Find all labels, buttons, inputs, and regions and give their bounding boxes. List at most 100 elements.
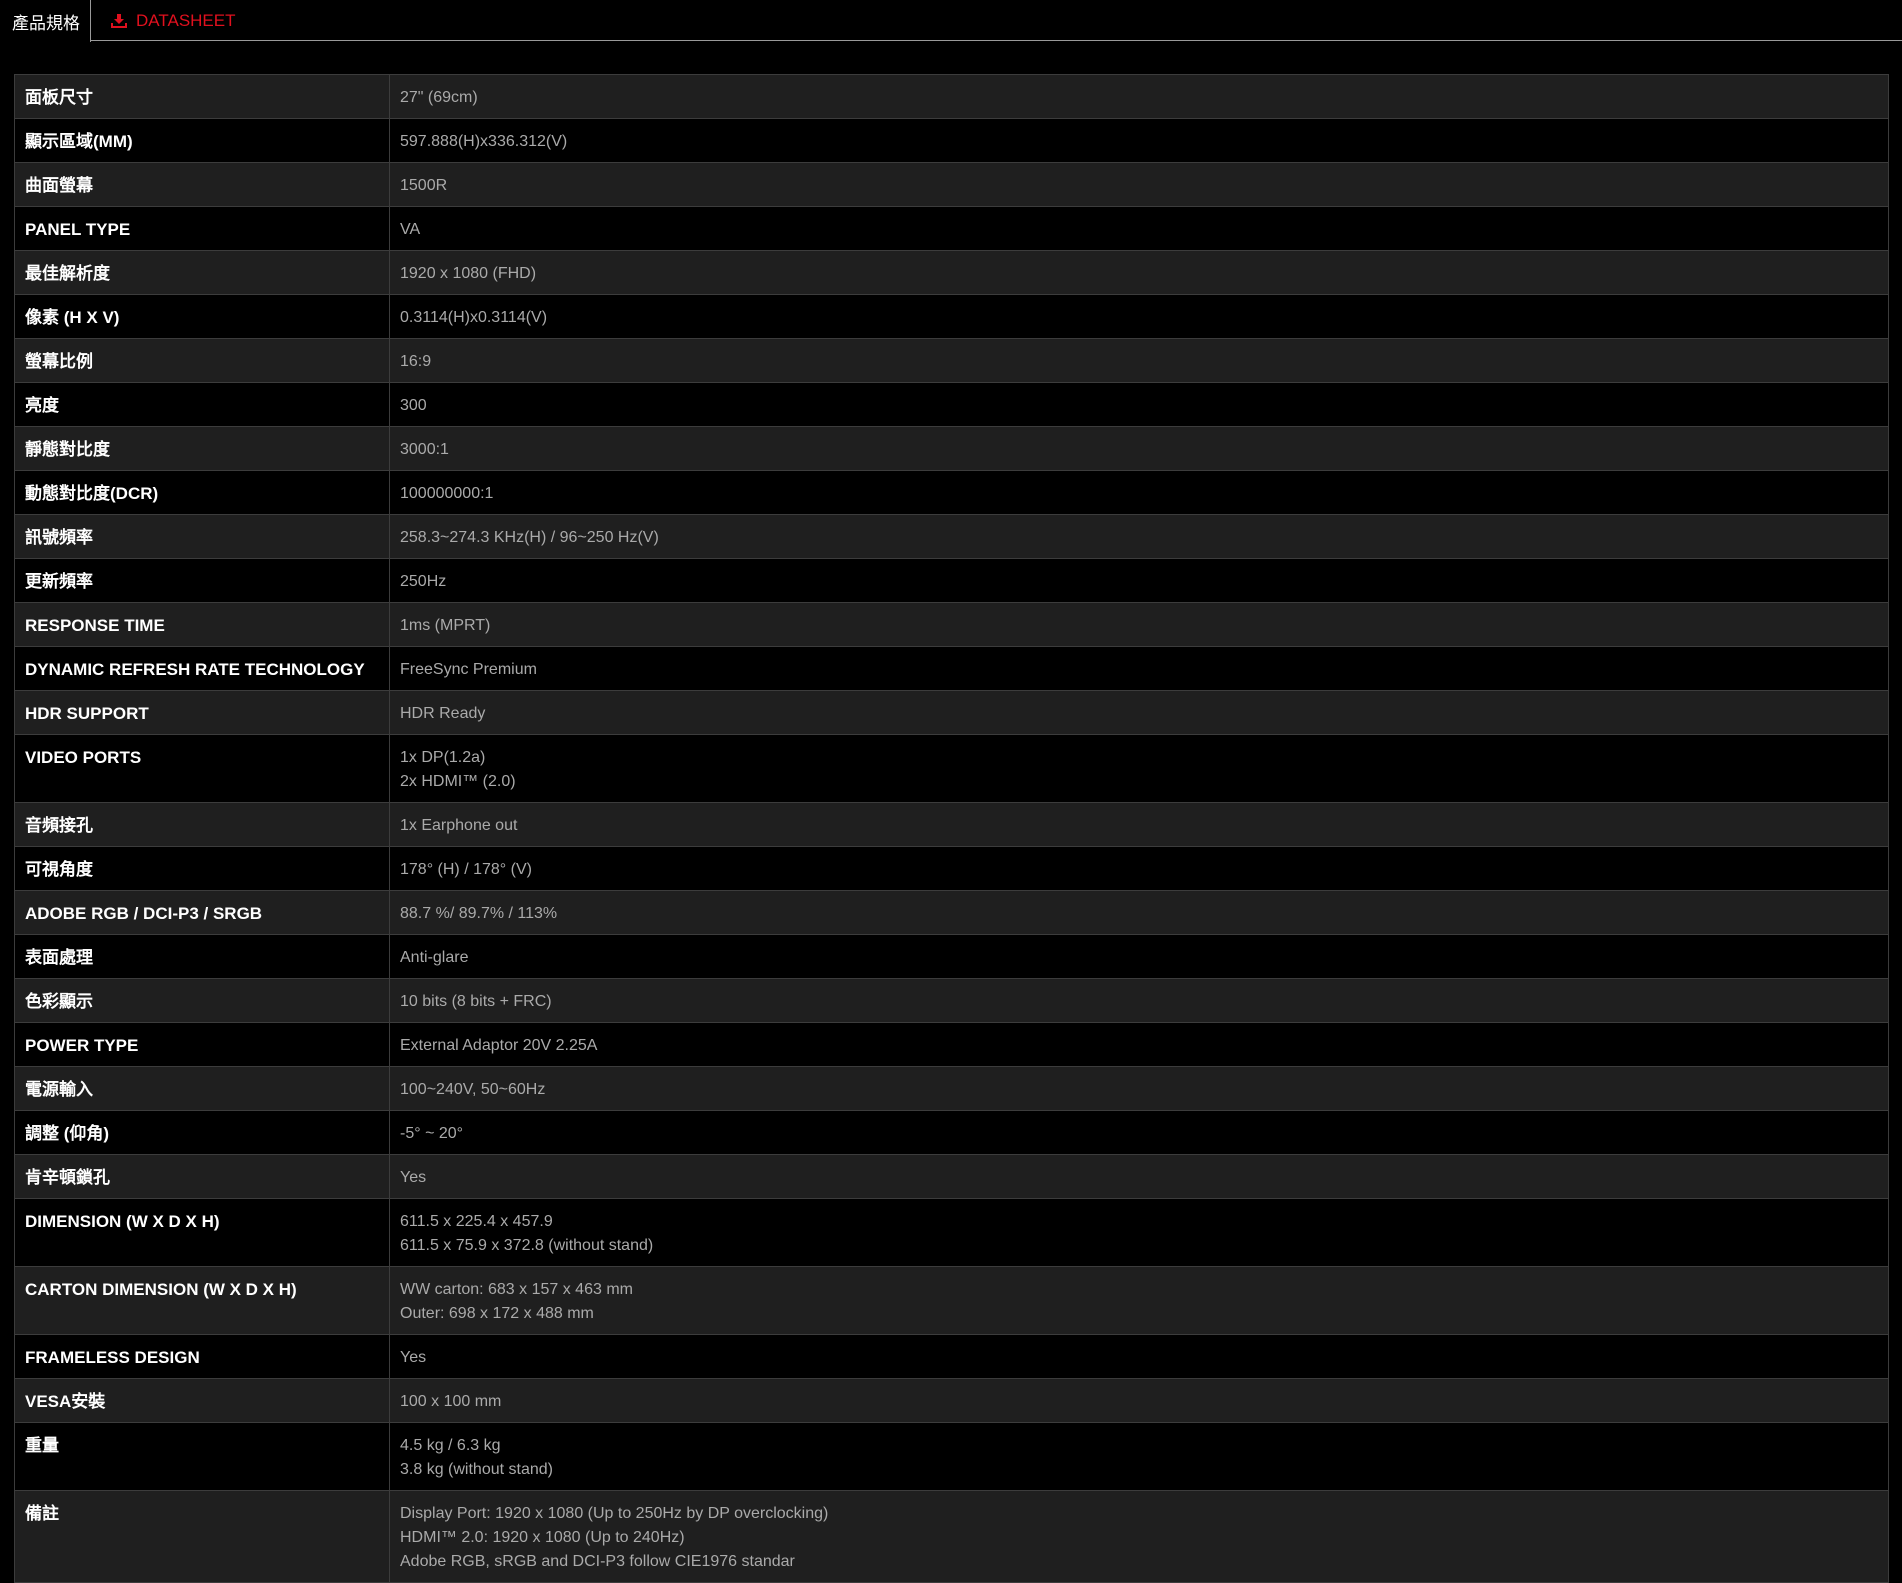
spec-label: 面板尺寸 (14, 74, 390, 119)
spec-row: 備註 Display Port: 1920 x 1080 (Up to 250Hz… (14, 1490, 1889, 1583)
spec-value: WW carton: 683 x 157 x 463 mm Outer: 698 … (389, 1266, 1889, 1335)
spec-value: 1x DP(1.2a) 2x HDMI™ (2.0) (389, 734, 1889, 803)
spec-value: Display Port: 1920 x 1080 (Up to 250Hz b… (389, 1490, 1889, 1583)
spec-value-line: 88.7 %/ 89.7% / 113% (400, 905, 558, 922)
spec-value: 178° (H) / 178° (V) (389, 846, 1889, 891)
spec-row: 色彩顯示 10 bits (8 bits + FRC) (14, 978, 1889, 1023)
spec-value: FreeSync Premium (389, 646, 1889, 691)
spec-label: 曲面螢幕 (14, 162, 390, 207)
download-icon (110, 13, 128, 29)
spec-row: 最佳解析度 1920 x 1080 (FHD) (14, 250, 1889, 295)
spec-label: HDR SUPPORT (14, 690, 390, 735)
spec-value: Yes (389, 1154, 1889, 1199)
spec-value: 4.5 kg / 6.3 kg 3.8 kg (without stand) (389, 1422, 1889, 1491)
spec-value-line: 100 x 100 mm (400, 1393, 502, 1410)
spec-label: 靜態對比度 (14, 426, 390, 471)
spec-value-line: HDMI™ 2.0: 1920 x 1080 (Up to 240Hz) (400, 1529, 685, 1546)
spec-label: ADOBE RGB / DCI-P3 / SRGB (14, 890, 390, 935)
spec-row: 表面處理 Anti-glare (14, 934, 1889, 979)
spec-row: 顯示區域(MM) 597.888(H)x336.312(V) (14, 118, 1889, 163)
spec-label: 更新頻率 (14, 558, 390, 603)
spec-row: 像素 (H X V) 0.3114(H)x0.3114(V) (14, 294, 1889, 339)
spec-value: 16:9 (389, 338, 1889, 383)
spec-row: 電源輸入 100~240V, 50~60Hz (14, 1066, 1889, 1111)
spec-label: 像素 (H X V) (14, 294, 390, 339)
spec-row: VIDEO PORTS 1x DP(1.2a) 2x HDMI™ (2.0) (14, 734, 1889, 803)
spec-value-line: 1500R (400, 177, 448, 194)
spec-value-line: Adobe RGB, sRGB and DCI-P3 follow CIE197… (400, 1553, 795, 1570)
spec-row: 動態對比度(DCR) 100000000:1 (14, 470, 1889, 515)
spec-value-line: 597.888(H)x336.312(V) (400, 133, 568, 150)
spec-label: 顯示區域(MM) (14, 118, 390, 163)
spec-value: 0.3114(H)x0.3114(V) (389, 294, 1889, 339)
spec-value-line: 178° (H) / 178° (V) (400, 861, 532, 878)
spec-value-line: 27" (69cm) (400, 89, 478, 106)
spec-value: 611.5 x 225.4 x 457.9 611.5 x 75.9 x 372.… (389, 1198, 1889, 1267)
spec-value: VA (389, 206, 1889, 251)
spec-row: 訊號頻率 258.3~274.3 KHz(H) / 96~250 Hz(V) (14, 514, 1889, 559)
spec-row: 重量 4.5 kg / 6.3 kg 3.8 kg (without stand) (14, 1422, 1889, 1491)
tab-specifications-label: 產品規格 (12, 13, 80, 33)
spec-value-line: 300 (400, 397, 427, 414)
spec-row: 調整 (仰角) -5° ~ 20° (14, 1110, 1889, 1155)
spec-row: 曲面螢幕 1500R (14, 162, 1889, 207)
spec-value-line: WW carton: 683 x 157 x 463 mm (400, 1281, 633, 1298)
spec-value-line: 100000000:1 (400, 485, 494, 502)
spec-value: Yes (389, 1334, 1889, 1379)
spec-value: 3000:1 (389, 426, 1889, 471)
spec-row: FRAMELESS DESIGN Yes (14, 1334, 1889, 1379)
spec-value: 10 bits (8 bits + FRC) (389, 978, 1889, 1023)
spec-value-line: 258.3~274.3 KHz(H) / 96~250 Hz(V) (400, 529, 659, 546)
spec-value-line: 3.8 kg (without stand) (400, 1461, 553, 1478)
spec-value: 1x Earphone out (389, 802, 1889, 847)
spec-value-line: 100~240V, 50~60Hz (400, 1081, 546, 1098)
spec-value-line: 1920 x 1080 (FHD) (400, 265, 537, 282)
spec-value-line: 1x Earphone out (400, 817, 518, 834)
tab-specifications[interactable]: 產品規格 (0, 0, 91, 42)
spec-value: 1ms (MPRT) (389, 602, 1889, 647)
spec-row: 音頻接孔 1x Earphone out (14, 802, 1889, 847)
spec-value-line: 611.5 x 225.4 x 457.9 (400, 1213, 553, 1230)
spec-value: 100~240V, 50~60Hz (389, 1066, 1889, 1111)
spec-value: 100 x 100 mm (389, 1378, 1889, 1423)
spec-value-line: 10 bits (8 bits + FRC) (400, 993, 552, 1010)
spec-value: 300 (389, 382, 1889, 427)
spec-row: HDR SUPPORT HDR Ready (14, 690, 1889, 735)
spec-label: DYNAMIC REFRESH RATE TECHNOLOGY (14, 646, 390, 691)
tab-datasheet[interactable]: DATASHEET (110, 0, 236, 41)
spec-row: DYNAMIC REFRESH RATE TECHNOLOGY FreeSync … (14, 646, 1889, 691)
spec-value-line: 1ms (MPRT) (400, 617, 491, 634)
spec-row: RESPONSE TIME 1ms (MPRT) (14, 602, 1889, 647)
spec-label: VIDEO PORTS (14, 734, 390, 803)
spec-value: 1500R (389, 162, 1889, 207)
spec-value: 88.7 %/ 89.7% / 113% (389, 890, 1889, 935)
spec-row: CARTON DIMENSION (W X D X H) WW carton: 6… (14, 1266, 1889, 1335)
spec-label: FRAMELESS DESIGN (14, 1334, 390, 1379)
spec-row: 亮度 300 (14, 382, 1889, 427)
spec-label: 最佳解析度 (14, 250, 390, 295)
spec-label: POWER TYPE (14, 1022, 390, 1067)
spec-label: 肯辛頓鎖孔 (14, 1154, 390, 1199)
spec-row: 肯辛頓鎖孔 Yes (14, 1154, 1889, 1199)
spec-value-line: External Adaptor 20V 2.25A (400, 1037, 598, 1054)
spec-row: 更新頻率 250Hz (14, 558, 1889, 603)
spec-row: VESA安裝 100 x 100 mm (14, 1378, 1889, 1423)
tab-bar: 產品規格 DATASHEET (0, 0, 1902, 42)
spec-label: 螢幕比例 (14, 338, 390, 383)
spec-label: 動態對比度(DCR) (14, 470, 390, 515)
spec-row: PANEL TYPE VA (14, 206, 1889, 251)
spec-value: 597.888(H)x336.312(V) (389, 118, 1889, 163)
spec-value: 250Hz (389, 558, 1889, 603)
spec-label: 重量 (14, 1422, 390, 1491)
spec-value: 258.3~274.3 KHz(H) / 96~250 Hz(V) (389, 514, 1889, 559)
spec-row: DIMENSION (W X D X H) 611.5 x 225.4 x 457… (14, 1198, 1889, 1267)
spec-value-line: VA (400, 221, 421, 238)
spec-table: 面板尺寸 27" (69cm) 顯示區域(MM) 597.888(H)x336.312… (14, 74, 1889, 1583)
spec-value: External Adaptor 20V 2.25A (389, 1022, 1889, 1067)
spec-value-line: Anti-glare (400, 949, 469, 966)
spec-table-body: 面板尺寸 27" (69cm) 顯示區域(MM) 597.888(H)x336.312… (14, 74, 1889, 1583)
spec-label: 音頻接孔 (14, 802, 390, 847)
spec-row: ADOBE RGB / DCI-P3 / SRGB 88.7 %/ 89.7% /… (14, 890, 1889, 935)
spec-value: 1920 x 1080 (FHD) (389, 250, 1889, 295)
spec-row: 面板尺寸 27" (69cm) (14, 74, 1889, 119)
